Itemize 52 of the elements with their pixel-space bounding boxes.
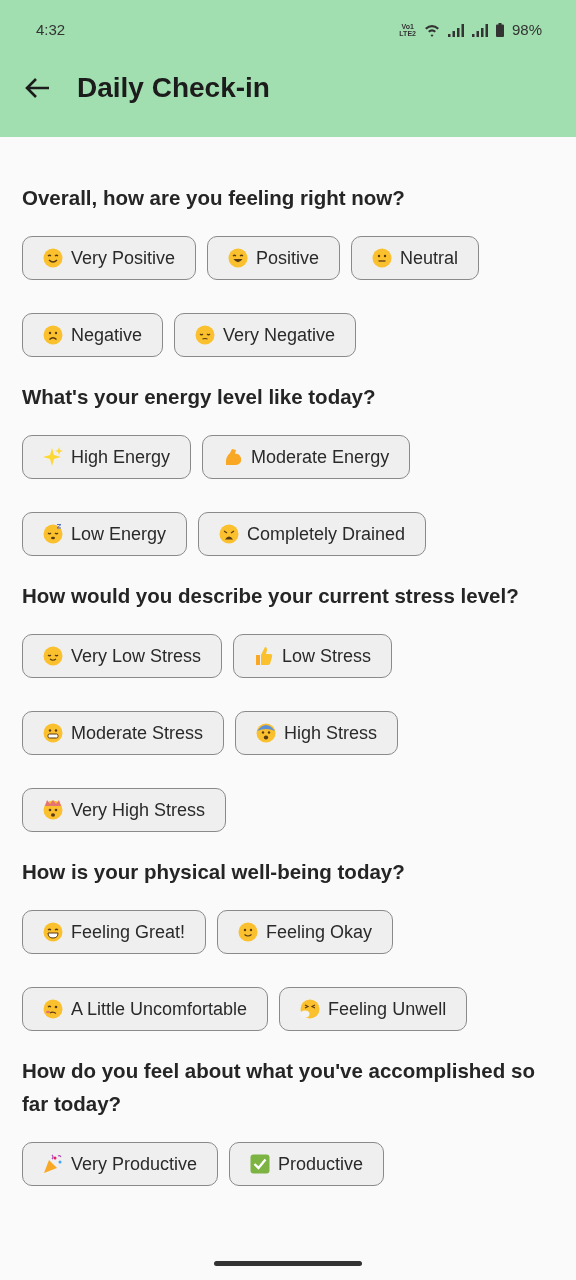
wifi-icon	[423, 23, 440, 37]
option-chip[interactable]: Very Low Stress	[22, 634, 223, 678]
option-chip[interactable]: Neutral	[351, 236, 480, 280]
option-chip[interactable]: Very Negative	[174, 313, 357, 357]
option-chip[interactable]: Very High Stress	[22, 788, 227, 832]
option-chip[interactable]: Low Stress	[233, 634, 393, 678]
option-chip[interactable]: High Stress	[235, 711, 399, 755]
option-chip[interactable]: Feeling Unwell	[279, 987, 468, 1031]
exploding-head-icon	[43, 800, 63, 820]
beaming-face-icon	[43, 922, 63, 942]
option-chip[interactable]: Moderate Energy	[202, 435, 411, 479]
sparkles-icon	[43, 447, 63, 467]
option-chip[interactable]: Moderate Stress	[22, 711, 225, 755]
thumbs-up-icon	[254, 646, 275, 666]
option-chip[interactable]: A Little Uncomfortable	[22, 987, 269, 1031]
slightly-smiling-face-icon	[238, 922, 259, 942]
relieved-face-icon	[43, 646, 63, 666]
status-time: 4:32	[36, 19, 66, 40]
option-chip[interactable]: Very Productive	[22, 1142, 219, 1186]
option-chip[interactable]: Feeling Great!	[22, 910, 207, 954]
signal-icon	[447, 23, 464, 37]
pensive-face-icon	[195, 325, 216, 345]
option-chip[interactable]: High Energy	[22, 435, 192, 479]
option-chip[interactable]: Negative	[22, 313, 164, 357]
party-popper-icon	[43, 1154, 63, 1174]
smiley-face-icon	[43, 248, 63, 268]
fearful-face-icon	[256, 723, 277, 743]
grimacing-face-icon	[43, 723, 63, 743]
option-chip[interactable]: Productive	[229, 1142, 385, 1186]
battery-icon	[495, 23, 504, 37]
battery-percentage: 98%	[511, 19, 542, 40]
screen-title: Daily Check-in	[77, 71, 270, 105]
sneezing-face-icon	[300, 999, 321, 1019]
option-chip[interactable]: Completely Drained	[198, 512, 427, 556]
option-chip[interactable]: Positive	[207, 236, 341, 280]
question-text: Overall, how are you feeling right now?	[22, 185, 406, 211]
option-chip[interactable]: Feeling Okay	[217, 910, 394, 954]
option-chip[interactable]: Low Energy	[22, 512, 188, 556]
question-text: How would you describe your current stress level?	[22, 583, 520, 609]
grinning-face-icon	[228, 248, 249, 268]
question-text: What's your energy level like today?	[22, 384, 377, 410]
check-mark-icon	[250, 1154, 271, 1174]
weary-face-icon	[219, 524, 240, 544]
sleepy-face-icon	[43, 524, 63, 544]
frowning-face-icon	[43, 325, 63, 345]
back-arrow-icon[interactable]	[24, 77, 50, 99]
woozy-face-icon	[43, 999, 63, 1019]
option-chip[interactable]: Very Positive	[22, 236, 197, 280]
question-text: How do you feel about what you've accomplished so far today?	[22, 1058, 536, 1117]
signal-icon	[471, 23, 488, 37]
question-text: How is your physical well-being today?	[22, 859, 406, 885]
neutral-face-icon	[372, 248, 393, 268]
